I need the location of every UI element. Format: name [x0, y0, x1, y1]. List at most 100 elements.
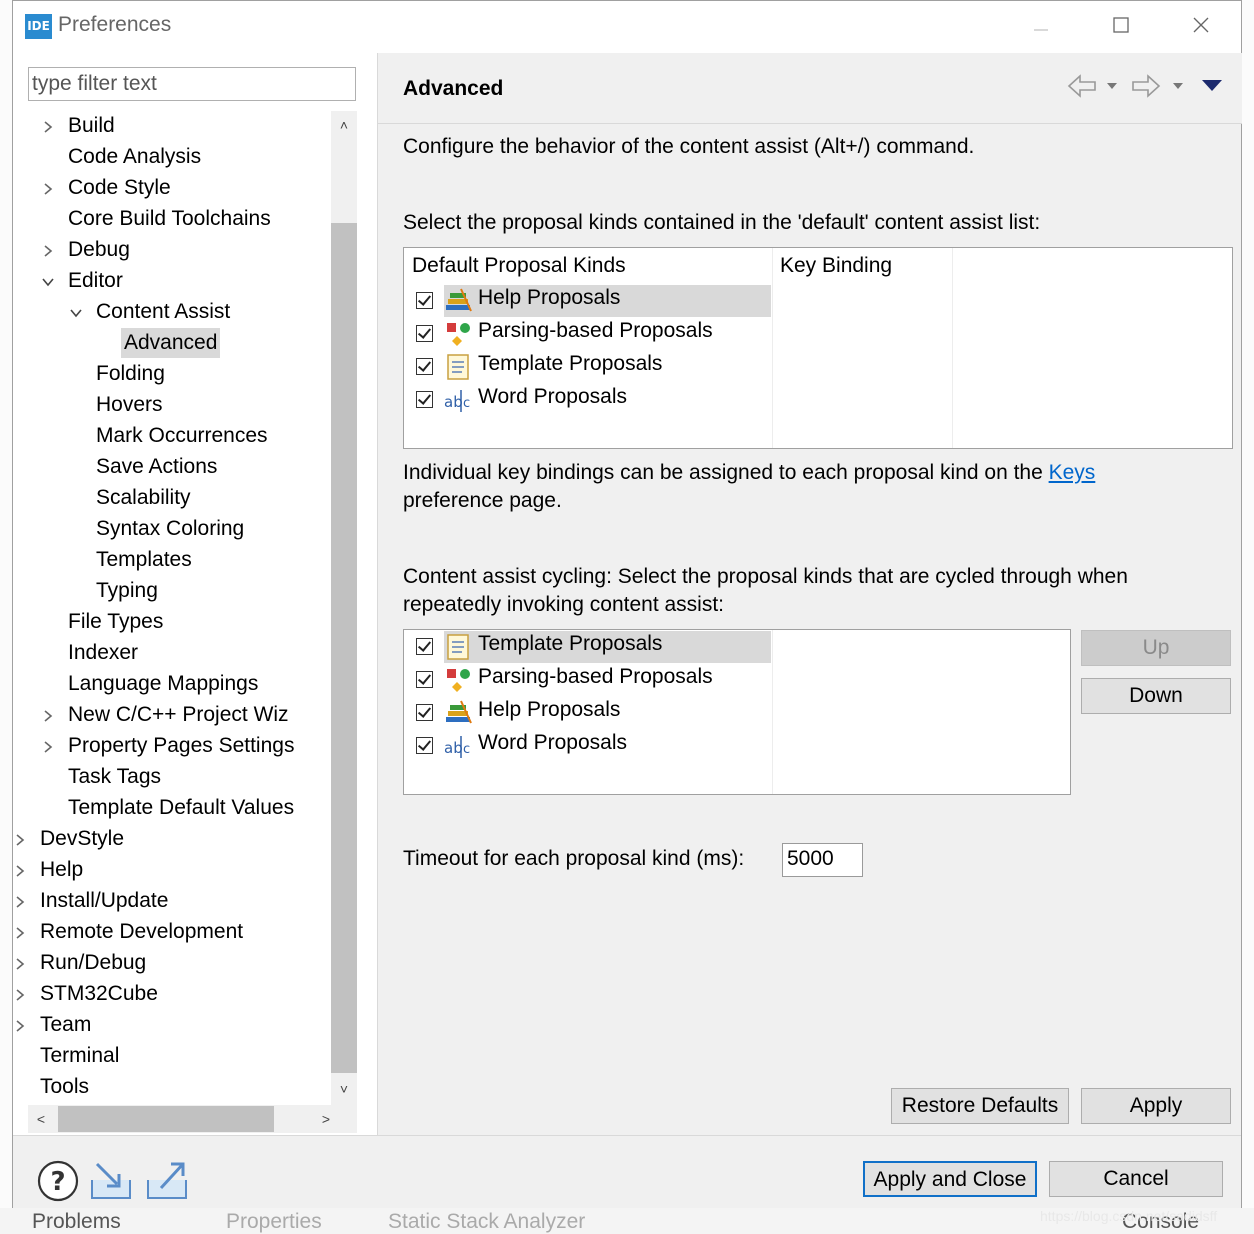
tree-item-remote-development[interactable]: Remote Development: [16, 917, 246, 947]
down-button[interactable]: Down: [1081, 678, 1231, 714]
tree-item-templates[interactable]: Templates: [93, 545, 195, 575]
proposal-row[interactable]: Parsing-based Proposals: [404, 664, 771, 696]
chevron-right-icon[interactable]: [13, 979, 27, 1009]
close-button[interactable]: [1181, 13, 1221, 43]
proposal-checkbox[interactable]: [416, 325, 433, 342]
scroll-thumb-horizontal[interactable]: [58, 1106, 274, 1132]
tree-item-core-build-toolchains[interactable]: Core Build Toolchains: [65, 204, 274, 234]
scroll-down-icon[interactable]: ˅: [331, 1077, 357, 1101]
proposal-row[interactable]: Help Proposals: [416, 285, 771, 317]
header-key-binding[interactable]: Key Binding: [780, 254, 892, 278]
import-icon[interactable]: [89, 1160, 135, 1202]
tree-item-typing[interactable]: Typing: [93, 576, 161, 606]
back-dropdown-icon[interactable]: [1106, 81, 1118, 91]
apply-button[interactable]: Apply: [1081, 1088, 1231, 1124]
default-proposal-table[interactable]: Default Proposal Kinds Key Binding Help …: [403, 247, 1233, 449]
proposal-row[interactable]: ab c Word Proposals: [404, 730, 771, 762]
background-tab-static-stack[interactable]: Static Stack Analyzer: [388, 1210, 585, 1234]
proposal-checkbox[interactable]: [416, 737, 433, 754]
chevron-right-icon[interactable]: [41, 731, 55, 761]
cancel-button[interactable]: Cancel: [1049, 1161, 1223, 1197]
export-icon[interactable]: [145, 1158, 191, 1202]
background-tab-properties[interactable]: Properties: [226, 1210, 322, 1234]
proposal-checkbox[interactable]: [416, 391, 433, 408]
tree-item-advanced[interactable]: Advanced: [121, 328, 221, 358]
forward-icon[interactable]: [1130, 73, 1162, 99]
chevron-right-icon[interactable]: [41, 700, 55, 730]
tree-item-indexer[interactable]: Indexer: [65, 638, 141, 668]
proposal-row[interactable]: Template Proposals: [416, 631, 771, 663]
cycling-proposal-table[interactable]: Template Proposals Parsing-based Proposal…: [403, 629, 1071, 795]
help-icon[interactable]: ?: [37, 1160, 79, 1202]
forward-dropdown-icon[interactable]: [1172, 81, 1184, 91]
proposal-checkbox[interactable]: [416, 704, 433, 721]
chevron-right-icon[interactable]: [13, 948, 27, 978]
view-menu-icon[interactable]: [1201, 78, 1223, 94]
tree-item-team[interactable]: Team: [16, 1010, 94, 1040]
chevron-right-icon[interactable]: [41, 173, 55, 203]
tree-item-language-mappings[interactable]: Language Mappings: [65, 669, 261, 699]
tree-item-devstyle[interactable]: DevStyle: [16, 824, 127, 854]
page-title: Advanced: [403, 77, 504, 100]
tree-item-run-debug[interactable]: Run/Debug: [16, 948, 149, 978]
tree-item-tools[interactable]: Tools: [37, 1072, 92, 1102]
tree-item-debug[interactable]: Debug: [44, 235, 133, 265]
proposal-checkbox[interactable]: [416, 292, 433, 309]
proposal-row[interactable]: ab c Word Proposals: [404, 384, 771, 416]
proposal-checkbox[interactable]: [416, 358, 433, 375]
background-tab-problems[interactable]: Problems: [32, 1210, 121, 1234]
tree-item-property-pages-settings[interactable]: Property Pages Settings: [44, 731, 297, 761]
tree-item-help[interactable]: Help: [16, 855, 86, 885]
proposal-checkbox[interactable]: [416, 671, 433, 688]
tree-item-template-default-values[interactable]: Template Default Values: [65, 793, 297, 823]
tree-item-content-assist[interactable]: Content Assist: [70, 297, 233, 327]
proposal-checkbox[interactable]: [416, 638, 433, 655]
chevron-right-icon[interactable]: [41, 111, 55, 141]
tree-item-scalability[interactable]: Scalability: [93, 483, 194, 513]
header-default-proposal-kinds[interactable]: Default Proposal Kinds: [412, 254, 626, 278]
minimize-button[interactable]: [1021, 13, 1061, 43]
back-icon[interactable]: [1066, 73, 1098, 99]
tree-item-terminal[interactable]: Terminal: [37, 1041, 122, 1071]
tree-item-stm32cube[interactable]: STM32Cube: [16, 979, 161, 1009]
scroll-left-icon[interactable]: ˂: [28, 1105, 54, 1133]
tree-item-code-style[interactable]: Code Style: [44, 173, 174, 203]
chevron-right-icon[interactable]: [13, 917, 27, 947]
proposal-row[interactable]: Template Proposals: [404, 351, 771, 383]
filter-input[interactable]: type filter text: [28, 67, 356, 101]
chevron-down-icon[interactable]: [69, 297, 83, 327]
chevron-right-icon[interactable]: [13, 886, 27, 916]
timeout-input[interactable]: 5000: [782, 843, 863, 877]
restore-defaults-button[interactable]: Restore Defaults: [891, 1088, 1069, 1124]
tree-item-syntax-coloring[interactable]: Syntax Coloring: [93, 514, 247, 544]
scroll-up-icon[interactable]: ˄: [331, 113, 357, 137]
apply-and-close-button[interactable]: Apply and Close: [863, 1161, 1037, 1197]
chevron-right-icon[interactable]: [41, 235, 55, 265]
proposal-row[interactable]: Parsing-based Proposals: [404, 318, 771, 350]
proposal-row[interactable]: Help Proposals: [404, 697, 771, 729]
scroll-thumb[interactable]: [331, 223, 357, 1073]
chevron-right-icon[interactable]: [13, 1010, 27, 1040]
tree-vertical-scrollbar[interactable]: ˄ ˅: [331, 111, 357, 1105]
tree-item-save-actions[interactable]: Save Actions: [93, 452, 220, 482]
keys-link[interactable]: Keys: [1049, 461, 1096, 484]
background-editor-strip-right: [1242, 0, 1254, 1234]
tree-item-editor[interactable]: Editor: [42, 266, 126, 296]
maximize-button[interactable]: [1101, 13, 1141, 43]
tree-item-folding[interactable]: Folding: [93, 359, 168, 389]
tree-item-mark-occurrences[interactable]: Mark Occurrences: [93, 421, 271, 451]
up-button[interactable]: Up: [1081, 630, 1231, 666]
scroll-right-icon[interactable]: ˃: [313, 1105, 339, 1133]
tree-horizontal-scrollbar[interactable]: ˂ ˃: [28, 1105, 357, 1133]
tree-item-new-c-c-project-wiz[interactable]: New C/C++ Project Wiz: [44, 700, 292, 730]
proposal-label: Template Proposals: [478, 632, 663, 655]
chevron-down-icon[interactable]: [41, 266, 55, 296]
tree-item-code-analysis[interactable]: Code Analysis: [65, 142, 204, 172]
tree-item-install-update[interactable]: Install/Update: [16, 886, 171, 916]
tree-item-build[interactable]: Build: [44, 111, 118, 141]
chevron-right-icon[interactable]: [13, 855, 27, 885]
tree-item-hovers[interactable]: Hovers: [93, 390, 166, 420]
tree-item-file-types[interactable]: File Types: [65, 607, 166, 637]
tree-item-task-tags[interactable]: Task Tags: [65, 762, 164, 792]
chevron-right-icon[interactable]: [13, 824, 27, 854]
